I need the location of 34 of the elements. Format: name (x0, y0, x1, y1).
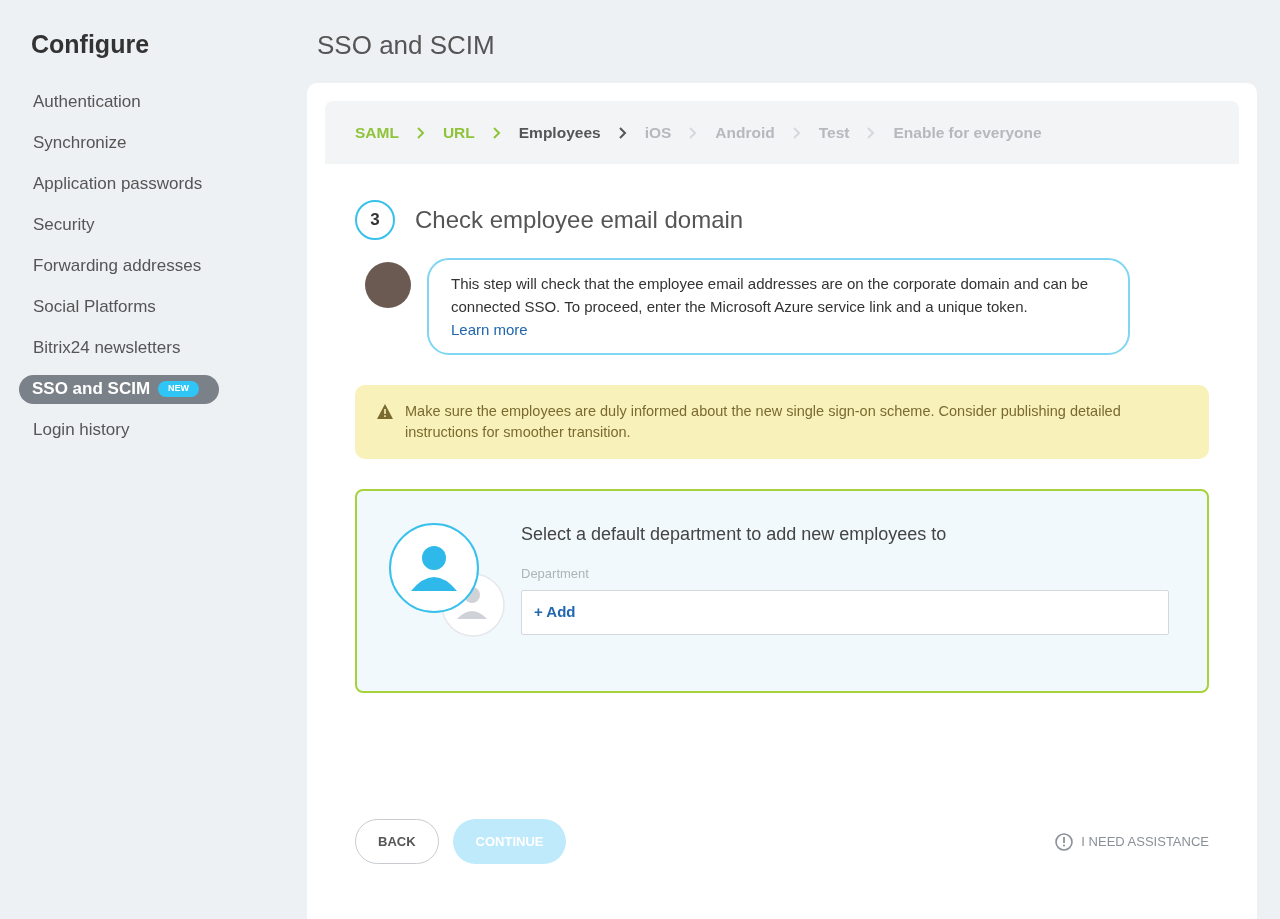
sidebar-title: Configure (31, 29, 151, 60)
chevron-icon (792, 126, 801, 139)
chevron-icon (689, 126, 698, 139)
assistance-link[interactable]: I NEED ASSISTANCE (1055, 831, 1209, 852)
warning-text: Make sure the employees are duly informed about the new single sign-on scheme. Consider publishing detailed instructions for smoother transition. (405, 402, 1122, 442)
chevron-icon (867, 126, 876, 139)
sidebar-item[interactable]: SSO and SCIM NEW (19, 374, 220, 404)
sidebar-item[interactable]: Login history (19, 415, 130, 445)
sidebar-item[interactable]: Forwarding addresses (19, 251, 202, 281)
new-badge: NEW (158, 381, 200, 397)
chevron-icon (618, 126, 627, 139)
step-title: Check employee email domain (415, 205, 744, 235)
chevron-icon (492, 126, 501, 139)
learn-more-link[interactable]: Learn more (451, 321, 528, 338)
step-tab[interactable]: Employees (518, 120, 601, 145)
sidebar-item[interactable]: Bitrix24 newsletters (19, 333, 181, 363)
back-button[interactable]: BACK (355, 819, 439, 864)
avatar (365, 262, 411, 308)
department-label: Department (521, 565, 590, 583)
chevron-icon (416, 126, 425, 139)
info-icon (1055, 832, 1074, 851)
users-icon (389, 523, 505, 639)
sidebar-item[interactable]: Social Platforms (19, 292, 156, 322)
sidebar-item-label: SSO and SCIM (32, 378, 151, 401)
hint-text: This step will check that the employee email addresses are on the corporate domain and can be connected SSO. To proceed, enter the Microsoft Azure service link and a unique token. Learn more (451, 275, 1089, 338)
department-heading: Select a default department to add new employees to (521, 523, 948, 546)
sidebar-item[interactable]: Synchronize (19, 128, 127, 158)
department-field[interactable]: + Add (521, 589, 1169, 635)
sidebar-item[interactable]: Authentication (19, 87, 141, 117)
warning-icon (377, 404, 393, 419)
sidebar-item[interactable]: Application passwords (19, 169, 203, 199)
step-number: 3 (355, 200, 395, 240)
sidebar-item[interactable]: Security (19, 210, 95, 240)
page-title: SSO and SCIM (317, 29, 496, 62)
